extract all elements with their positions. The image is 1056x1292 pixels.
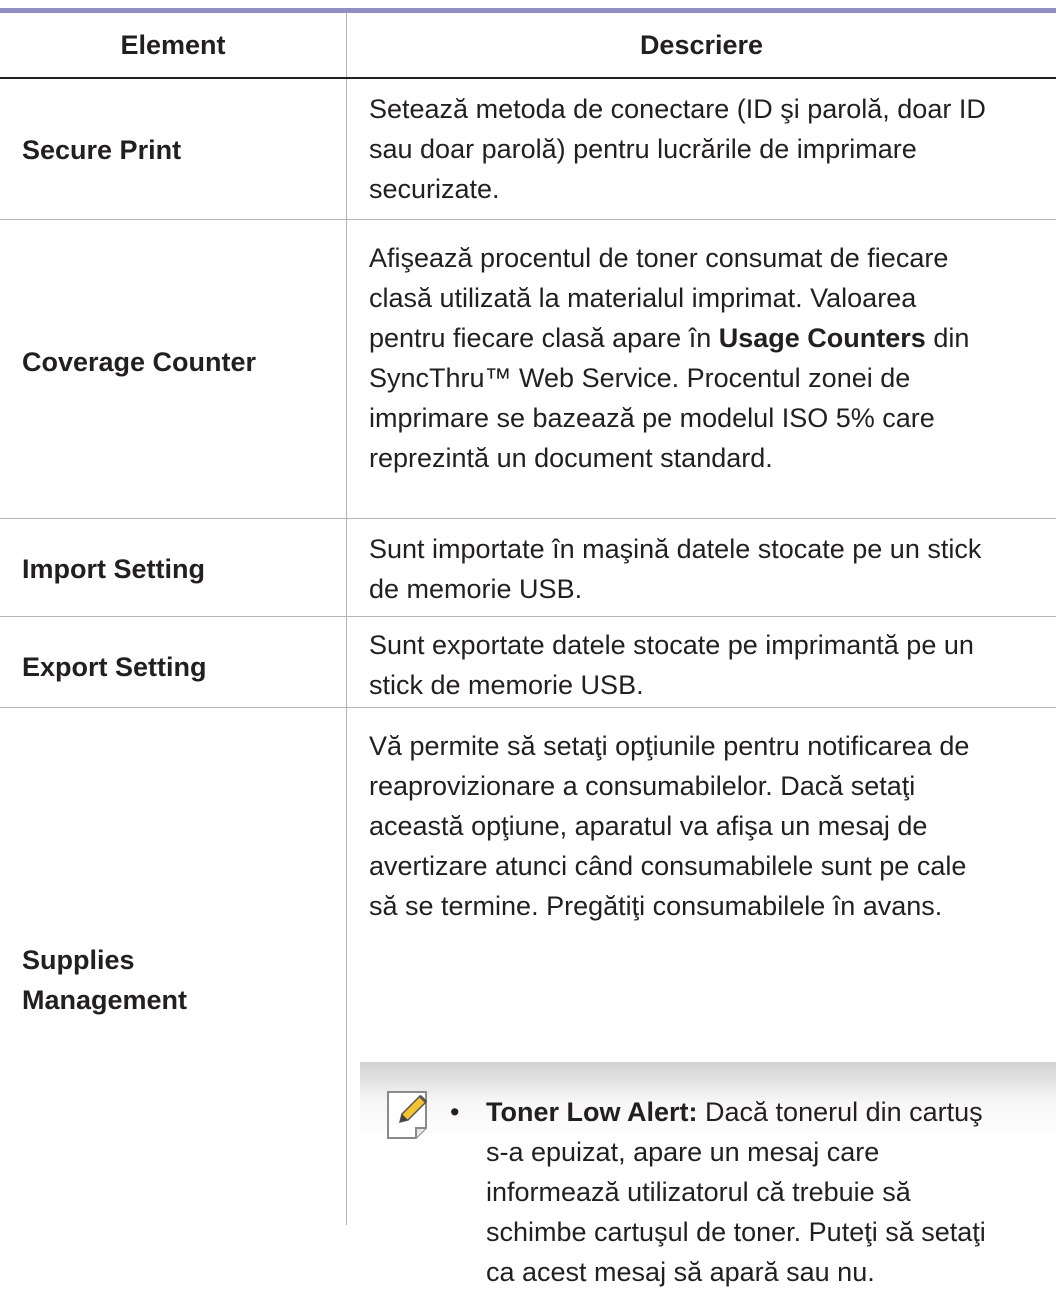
row-name: Coverage Counter xyxy=(22,347,257,377)
desc-line: sau doar parolă) pentru lucrările de imp… xyxy=(369,134,917,164)
header-description: Descriere xyxy=(639,30,764,60)
toner-low-alert-label: Toner Low Alert: xyxy=(486,1097,698,1127)
table-row-import-setting: Import Setting Sunt importate în maşină … xyxy=(0,519,1056,616)
table-row-secure-print: Secure Print Setează metoda de conectare… xyxy=(0,79,1056,219)
desc-line: clasă utilizată la materialul imprimat. … xyxy=(369,283,917,313)
desc-line: Vă permite să setaţi opţiunile pentru no… xyxy=(369,731,970,761)
row-description: Sunt importate în maşină datele stocate … xyxy=(369,529,1056,609)
row-description: Vă permite să setaţi opţiunile pentru no… xyxy=(369,726,1056,926)
desc-line: stick de memorie USB. xyxy=(369,670,644,700)
note-pencil-icon xyxy=(387,1091,428,1139)
desc-line: reaprovizionare a consumabilelor. Dacă s… xyxy=(369,771,916,801)
table-header: Element Descriere xyxy=(0,13,1056,77)
row-name: Secure Print xyxy=(22,135,182,165)
row-name: Export Setting xyxy=(22,652,207,682)
header-element: Element xyxy=(120,30,226,60)
desc-line: SyncThru™ Web Service. Procentul zonei d… xyxy=(369,363,911,393)
desc-line: imprimare se bazează pe modelul ISO 5% c… xyxy=(369,403,935,433)
note-box: • Toner Low Alert: Dacă tonerul din cart… xyxy=(360,1062,1056,1287)
desc-line: reprezintă un document standard. xyxy=(369,443,773,473)
row-description: Sunt exportate datele stocate pe imprima… xyxy=(369,625,1056,705)
desc-line: pentru fiecare clasă apare în Usage Coun… xyxy=(369,323,970,353)
desc-line: Setează metoda de conectare (ID şi parol… xyxy=(369,94,986,124)
desc-line: Sunt importate în maşină datele stocate … xyxy=(369,534,982,564)
bullet: • xyxy=(450,1097,460,1127)
row-name: Supplies Management xyxy=(22,945,188,1015)
desc-line: această opţiune, aparatul va afişa un me… xyxy=(369,811,928,841)
table-row-export-setting: Export Setting Sunt exportate datele sto… xyxy=(0,617,1056,707)
desc-line: avertizare atunci când consumabilele sun… xyxy=(369,851,967,881)
desc-line: Afişează procentul de toner consumat de … xyxy=(369,243,949,273)
desc-line: să se termine. Pregătiţi consumabilele î… xyxy=(369,891,943,921)
row-description: Afişează procentul de toner consumat de … xyxy=(369,238,1056,478)
row-name: Import Setting xyxy=(22,554,205,584)
note-text: Toner Low Alert: Dacă tonerul din cartuş… xyxy=(486,1097,986,1287)
table-row-coverage-counter: Coverage Counter Afişează procentul de t… xyxy=(0,220,1056,498)
row-description: Setează metoda de conectare (ID şi parol… xyxy=(369,89,1056,209)
usage-counters-term: Usage Counters xyxy=(718,323,926,353)
desc-line: Sunt exportate datele stocate pe imprima… xyxy=(369,630,974,660)
desc-line: de memorie USB. xyxy=(369,574,583,604)
desc-line: securizate. xyxy=(369,174,500,204)
